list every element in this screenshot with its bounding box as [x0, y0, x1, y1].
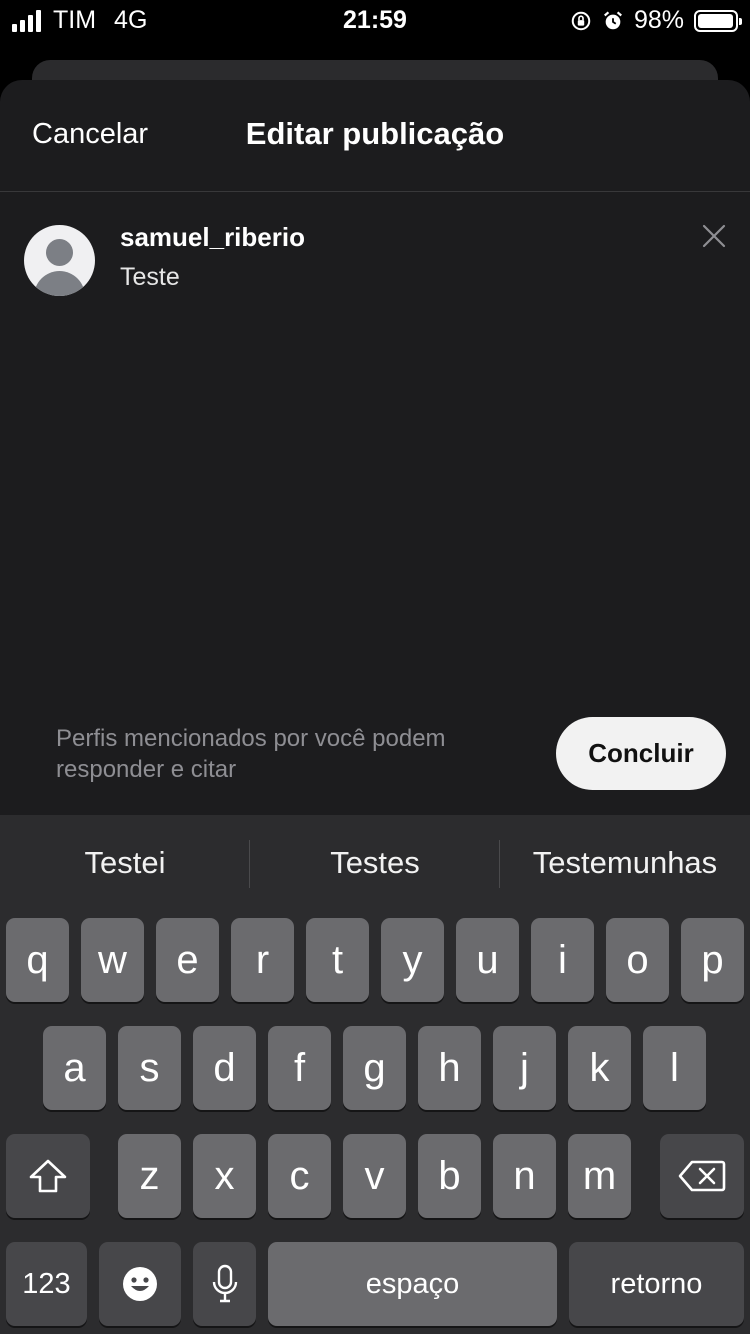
key-a[interactable]: a [43, 1026, 106, 1110]
avatar-head [46, 239, 73, 266]
key-r[interactable]: r [231, 918, 294, 1002]
return-key[interactable]: retorno [569, 1242, 744, 1326]
emoji-key[interactable] [99, 1242, 181, 1326]
key-b[interactable]: b [418, 1134, 481, 1218]
post-text-input[interactable]: Teste [120, 263, 180, 292]
key-i[interactable]: i [531, 918, 594, 1002]
key-z[interactable]: z [118, 1134, 181, 1218]
key-h[interactable]: h [418, 1026, 481, 1110]
microphone-key[interactable] [193, 1242, 256, 1326]
space-key[interactable]: espaço [268, 1242, 557, 1326]
rotation-lock-icon [571, 11, 591, 30]
shift-key[interactable] [6, 1134, 90, 1218]
key-f[interactable]: f [268, 1026, 331, 1110]
key-v[interactable]: v [343, 1134, 406, 1218]
key-u[interactable]: u [456, 918, 519, 1002]
username: samuel_riberio [120, 222, 305, 252]
avatar [24, 225, 95, 296]
suggestion-3[interactable]: Testemunhas [500, 845, 750, 881]
suggestion-2[interactable]: Testes [250, 845, 500, 881]
key-o[interactable]: o [606, 918, 669, 1002]
microphone-icon [212, 1264, 237, 1303]
close-icon[interactable] [700, 222, 728, 250]
key-l[interactable]: l [643, 1026, 706, 1110]
key-x[interactable]: x [193, 1134, 256, 1218]
alarm-icon [603, 10, 622, 29]
key-w[interactable]: w [81, 918, 144, 1002]
key-p[interactable]: p [681, 918, 744, 1002]
status-right: 98% [570, 6, 742, 35]
key-d[interactable]: d [193, 1026, 256, 1110]
key-g[interactable]: g [343, 1026, 406, 1110]
numbers-key[interactable]: 123 [6, 1242, 87, 1326]
key-n[interactable]: n [493, 1134, 556, 1218]
emoji-icon [123, 1267, 157, 1301]
suggestion-1[interactable]: Testei [0, 845, 250, 881]
backspace-key[interactable] [660, 1134, 744, 1218]
keyboard: Testei Testes Testemunhas q w e r t y u … [0, 815, 750, 1334]
key-y[interactable]: y [381, 918, 444, 1002]
page-title: Editar publicação [245, 116, 505, 151]
status-bar: TIM 4G 21:59 98% [0, 0, 750, 40]
battery-icon [694, 9, 742, 32]
battery-level-fill [698, 13, 734, 28]
key-j[interactable]: j [493, 1026, 556, 1110]
backspace-icon [678, 1160, 726, 1192]
key-c[interactable]: c [268, 1134, 331, 1218]
done-button[interactable]: Concluir [556, 717, 726, 790]
shift-icon [29, 1159, 67, 1193]
key-m[interactable]: m [568, 1134, 631, 1218]
key-k[interactable]: k [568, 1026, 631, 1110]
suggestion-bar: Testei Testes Testemunhas [0, 815, 750, 915]
battery-percent: 98% [633, 6, 684, 34]
key-t[interactable]: t [306, 918, 369, 1002]
key-s[interactable]: s [118, 1026, 181, 1110]
edit-post-sheet: Cancelar Editar publicação samuel_riberi… [0, 80, 750, 815]
mention-note: Perfis mencionados por você podem respon… [56, 725, 446, 783]
key-e[interactable]: e [156, 918, 219, 1002]
sheet-header: Cancelar Editar publicação [0, 80, 750, 192]
avatar-body [34, 271, 85, 296]
key-q[interactable]: q [6, 918, 69, 1002]
